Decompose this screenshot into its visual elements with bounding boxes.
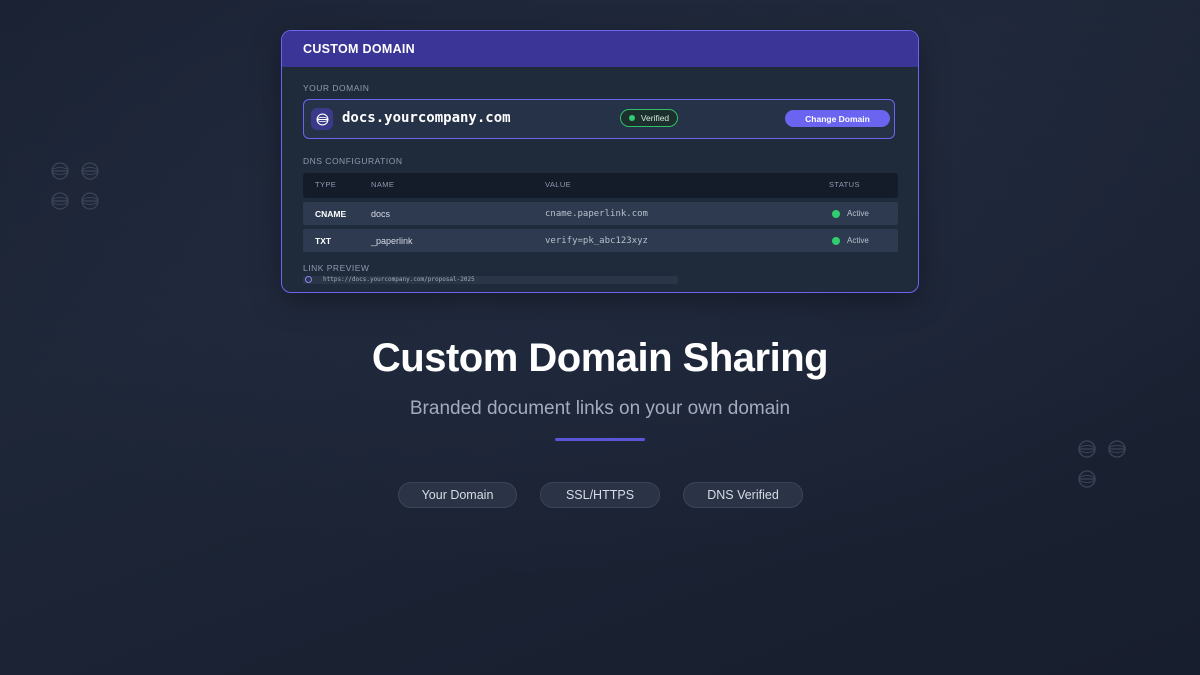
column-status: STATUS bbox=[829, 180, 860, 189]
feature-pill-your-domain: Your Domain bbox=[398, 482, 517, 508]
row-status: Active bbox=[832, 236, 869, 245]
row-name: _paperlink bbox=[371, 236, 413, 246]
feature-pill-dns-verified: DNS Verified bbox=[683, 482, 803, 508]
column-name: NAME bbox=[371, 180, 395, 189]
globe-icon bbox=[316, 113, 328, 125]
domain-globe-badge bbox=[311, 108, 333, 130]
link-preview-url: https://docs.yourcompany.com/proposal-20… bbox=[323, 276, 475, 283]
column-value: VALUE bbox=[545, 180, 572, 189]
globe-icon bbox=[1078, 470, 1096, 488]
row-type: CNAME bbox=[315, 209, 347, 219]
row-status-label: Active bbox=[847, 236, 869, 245]
change-domain-button[interactable]: Change Domain bbox=[785, 110, 890, 127]
link-preview-label: LINK PREVIEW bbox=[303, 263, 370, 273]
status-dot-icon bbox=[832, 236, 840, 245]
page-title: Custom Domain Sharing bbox=[371, 336, 829, 380]
status-dot-icon bbox=[628, 115, 635, 121]
globe-icon bbox=[81, 192, 99, 210]
status-dot-icon bbox=[832, 209, 840, 218]
globe-icon bbox=[81, 162, 99, 180]
feature-pill-ssl-https: SSL/HTTPS bbox=[540, 482, 660, 508]
globe-icon bbox=[51, 192, 69, 210]
column-type: TYPE bbox=[315, 180, 337, 189]
link-preview-bar[interactable]: https://docs.yourcompany.com/proposal-20… bbox=[303, 276, 678, 284]
row-status: Active bbox=[832, 209, 869, 218]
domain-field[interactable]: docs.yourcompany.com Verified Change Dom… bbox=[303, 99, 895, 139]
dns-table-header: TYPE NAME VALUE STATUS bbox=[303, 173, 898, 198]
globe-icon bbox=[1078, 440, 1096, 458]
row-name: docs bbox=[371, 209, 391, 219]
page-subtitle: Branded document links on your own domai… bbox=[409, 398, 791, 419]
globe-icon bbox=[51, 162, 69, 180]
row-status-label: Active bbox=[847, 209, 869, 218]
divider bbox=[555, 438, 645, 441]
row-type: TXT bbox=[315, 236, 332, 246]
globe-icon bbox=[305, 276, 312, 283]
table-row[interactable]: TXT _paperlink verify=pk_abc123xyz Activ… bbox=[303, 229, 898, 252]
decoration-right bbox=[1078, 440, 1128, 490]
verified-badge: Verified bbox=[620, 109, 678, 127]
dns-configuration-label: DNS CONFIGURATION bbox=[303, 156, 403, 166]
table-row[interactable]: CNAME docs cname.paperlink.com Active bbox=[303, 202, 898, 225]
domain-value: docs.yourcompany.com bbox=[342, 110, 511, 126]
row-value: verify=pk_abc123xyz bbox=[545, 236, 648, 246]
row-value: cname.paperlink.com bbox=[545, 209, 648, 219]
globe-icon bbox=[1108, 440, 1126, 458]
verified-label: Verified bbox=[640, 113, 670, 123]
your-domain-label: YOUR DOMAIN bbox=[303, 83, 370, 93]
card-title: CUSTOM DOMAIN bbox=[303, 42, 415, 56]
custom-domain-card: CUSTOM DOMAIN YOUR DOMAIN docs.yourcompa… bbox=[281, 30, 919, 293]
decoration-left bbox=[51, 162, 101, 212]
card-header: CUSTOM DOMAIN bbox=[282, 31, 918, 67]
